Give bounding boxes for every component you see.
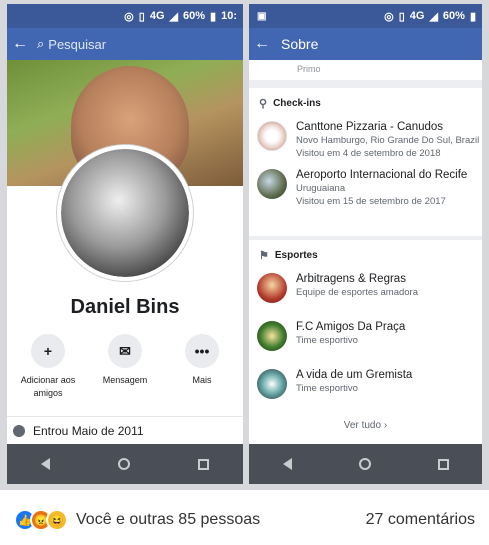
item-visit-date: Visitou em 4 de setembro de 2018 xyxy=(296,148,441,159)
clock-icon xyxy=(13,424,25,437)
nav-home-icon[interactable] xyxy=(358,458,371,470)
list-item[interactable]: Aeroporto Internacional do Recife Urugua… xyxy=(249,166,482,214)
joined-info: Entrou Maio de 2011 xyxy=(7,416,243,444)
messenger-icon: ✉ xyxy=(108,334,142,368)
more-button[interactable]: ••• Mais xyxy=(165,334,239,400)
item-text: Aeroporto Internacional do Recife Urugua… xyxy=(296,169,467,208)
post-footer: 👍 😠 😆 Você e outras 85 pessoas 27 coment… xyxy=(0,500,489,540)
team-thumbnail xyxy=(257,273,287,303)
vibrate-icon: ▯ xyxy=(138,10,145,23)
more-icon: ••• xyxy=(185,334,219,368)
search-icon: ⌕ xyxy=(37,36,45,51)
status-bar: ▣ ◎ ▯ 4G ◢ 60% ▮ xyxy=(249,4,482,28)
back-arrow-icon[interactable]: ← xyxy=(7,35,33,53)
status-bar: ◎ ▯ 4G ◢ 60% ▮ 10: xyxy=(7,4,243,28)
battery-label: 60% xyxy=(442,10,465,22)
reactions-count[interactable]: Você e outras 85 pessoas xyxy=(76,511,260,529)
team-thumbnail xyxy=(257,369,287,399)
item-title: Aeroporto Internacional do Recife xyxy=(296,169,468,181)
checkins-header: ⚲ Check-ins xyxy=(249,88,482,118)
add-friend-button[interactable]: + Adicionar aos amigos xyxy=(11,334,85,400)
android-nav-bar xyxy=(7,444,243,484)
see-all-label: Ver tudo xyxy=(343,420,382,431)
add-friend-label: Adicionar aos amigos xyxy=(20,375,76,398)
item-title: A vida de um Gremista xyxy=(296,369,413,381)
search-input[interactable]: Pesquisar xyxy=(48,37,106,52)
see-all-link[interactable]: Ver tudo › xyxy=(249,414,482,431)
signal-icon: ◢ xyxy=(429,10,438,23)
sports-section: ⚑ Esportes Arbitragens & Regras Equipe d… xyxy=(249,240,482,446)
checkins-section: ⚲ Check-ins Canttone Pizzaria - Canudos … xyxy=(249,88,482,236)
battery-icon: ▮ xyxy=(210,10,217,23)
network-label: 4G xyxy=(149,10,165,22)
item-category: Equipe de esportes amadora xyxy=(296,287,418,298)
item-text: Canttone Pizzaria - Canudos Novo Hamburg… xyxy=(296,121,479,160)
nav-back-icon[interactable] xyxy=(282,458,292,470)
signal-icon: ◢ xyxy=(169,10,178,23)
search-bar: ← ⌕ Pesquisar xyxy=(7,28,243,60)
item-category: Time esportivo xyxy=(296,383,358,394)
checkins-title: Check-ins xyxy=(273,97,321,109)
profile-photo xyxy=(61,149,189,277)
more-label: Mais xyxy=(192,375,212,385)
avatar[interactable] xyxy=(57,145,193,281)
time-label: 10: xyxy=(221,10,237,22)
left-phone-screen: ◎ ▯ 4G ◢ 60% ▮ 10: ← ⌕ Pesquisar Daniel … xyxy=(7,4,243,484)
item-visit-date: Visitou em 15 de setembro de 2017 xyxy=(296,196,446,207)
sports-title: Esportes xyxy=(274,249,318,261)
team-thumbnail xyxy=(257,321,287,351)
network-label: 4G xyxy=(409,10,425,22)
map-pin-icon: ⚲ xyxy=(259,97,268,110)
list-item[interactable]: F.C Amigos Da Praça Time esportivo xyxy=(249,318,482,366)
profile-actions: + Adicionar aos amigos ✉ Mensagem ••• Ma… xyxy=(7,334,243,400)
item-text: A vida de um Gremista Time esportivo xyxy=(296,369,412,395)
nav-back-icon[interactable] xyxy=(41,458,50,470)
item-title: Arbitragens & Regras xyxy=(296,273,406,285)
relative-relation: Primo xyxy=(297,64,321,74)
wifi-icon: ◎ xyxy=(384,10,394,23)
place-thumbnail xyxy=(257,121,287,151)
nav-recent-icon[interactable] xyxy=(437,458,449,470)
screenshot-frame: ◎ ▯ 4G ◢ 60% ▮ 10: ← ⌕ Pesquisar Daniel … xyxy=(0,0,489,490)
relatives-card: Primo xyxy=(249,60,482,80)
haha-reaction-icon: 😆 xyxy=(46,509,68,531)
vibrate-icon: ▯ xyxy=(398,10,405,23)
right-phone-screen: ▣ ◎ ▯ 4G ◢ 60% ▮ ← Sobre Primo ⚲ Check-i… xyxy=(249,4,482,484)
list-item[interactable]: Canttone Pizzaria - Canudos Novo Hamburg… xyxy=(249,118,482,166)
add-friend-icon: + xyxy=(31,334,65,368)
list-item[interactable]: Arbitragens & Regras Equipe de esportes … xyxy=(249,270,482,318)
comments-count[interactable]: 27 comentários xyxy=(366,511,475,529)
joined-label: Entrou Maio de 2011 xyxy=(33,423,144,438)
battery-label: 60% xyxy=(183,10,206,22)
back-arrow-icon[interactable]: ← xyxy=(249,35,275,53)
android-nav-bar xyxy=(249,444,482,484)
item-title: Canttone Pizzaria - Canudos xyxy=(296,121,444,133)
message-label: Mensagem xyxy=(102,375,148,385)
profile-name: Daniel Bins xyxy=(70,296,180,318)
chevron-right-icon: › xyxy=(383,420,388,431)
nav-home-icon[interactable] xyxy=(118,458,130,470)
place-thumbnail xyxy=(257,169,287,199)
image-notification-icon: ▣ xyxy=(257,10,267,22)
message-button[interactable]: ✉ Mensagem xyxy=(88,334,162,400)
item-title: F.C Amigos Da Praça xyxy=(296,321,406,333)
wifi-icon: ◎ xyxy=(124,10,134,23)
item-text: F.C Amigos Da Praça Time esportivo xyxy=(296,321,405,347)
item-location: Novo Hamburgo, Rio Grande Do Sul, Brazil xyxy=(296,135,480,146)
list-item[interactable]: A vida de um Gremista Time esportivo xyxy=(249,366,482,414)
item-category: Time esportivo xyxy=(296,335,358,346)
battery-icon: ▮ xyxy=(469,10,476,23)
header-bar: ← Sobre xyxy=(249,28,482,60)
sports-header: ⚑ Esportes xyxy=(249,240,482,270)
page-title: Sobre xyxy=(281,36,319,52)
nav-recent-icon[interactable] xyxy=(198,458,209,470)
item-text: Arbitragens & Regras Equipe de esportes … xyxy=(296,273,418,299)
reaction-icons[interactable]: 👍 😠 😆 xyxy=(14,509,68,531)
item-location: Uruguaiana xyxy=(296,183,346,194)
running-icon: ⚑ xyxy=(259,249,269,262)
